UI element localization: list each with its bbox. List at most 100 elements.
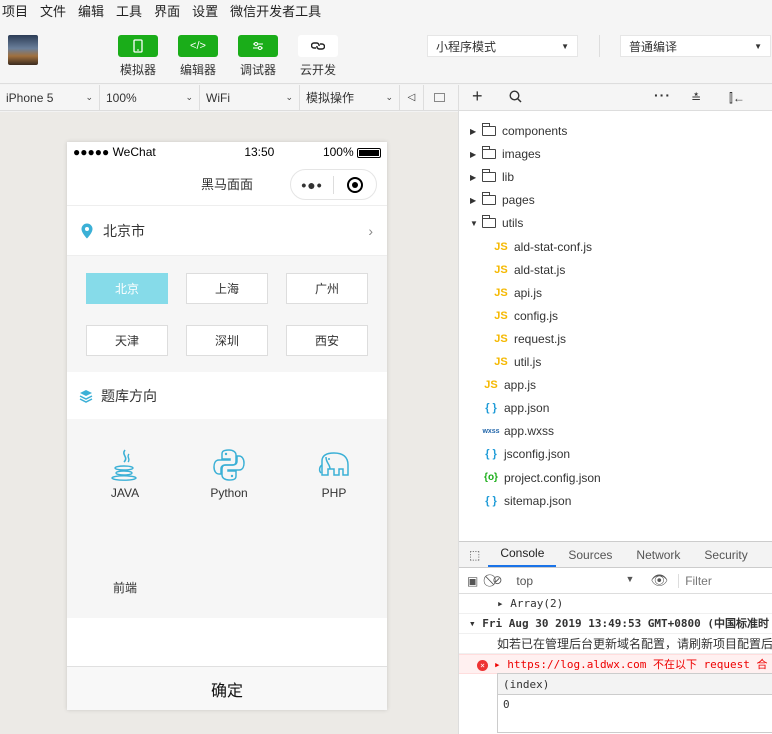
cloud-link-icon <box>298 35 338 57</box>
folder-item[interactable]: ▶ lib <box>470 166 514 188</box>
collapse-icon[interactable]: ≛ <box>691 91 701 105</box>
device-select[interactable]: iPhone 5 ⌄ <box>0 84 100 111</box>
editor-button[interactable]: </> 编辑器 <box>168 35 228 78</box>
target-icon <box>347 176 363 193</box>
device-select-value: iPhone 5 <box>6 90 54 105</box>
js-file-icon: JS <box>484 379 498 392</box>
more-menu-button[interactable]: •●• <box>291 177 333 193</box>
folder-item[interactable]: ▶ components <box>470 120 567 142</box>
city-option[interactable]: 深圳 <box>186 324 268 356</box>
file-tree: ▶ components ▶ images ▶ lib ▶ pages ▼ utils JS ald-… <box>459 111 772 543</box>
file-item[interactable]: JS ald-stat-conf.js <box>492 236 592 258</box>
folder-icon <box>482 123 496 136</box>
debugger-button[interactable]: 调试器 <box>228 35 288 78</box>
console-line[interactable]: ▾ Fri Aug 30 2019 13:49:53 GMT+0800 (中国标… <box>459 614 772 634</box>
menu-item[interactable]: 微信开发者工具 <box>228 1 321 20</box>
layout-icon[interactable]: ⫿← <box>729 91 745 106</box>
search-icon[interactable] <box>509 90 522 106</box>
subject-php[interactable]: PHP <box>294 447 374 500</box>
city-option[interactable]: 天津 <box>86 324 168 356</box>
network-select[interactable]: WiFi ⌄ <box>200 84 300 111</box>
menu-item[interactable]: 界面 <box>152 1 180 20</box>
file-item[interactable]: { } sitemap.json <box>482 490 571 512</box>
devtools-tab[interactable]: Network <box>624 548 692 567</box>
location-row[interactable]: 北京市 › <box>67 206 387 256</box>
ops-select[interactable]: 模拟操作 ⌄ <box>300 84 400 111</box>
file-item[interactable]: JS app.js <box>482 374 536 396</box>
menu-item[interactable]: 项目 <box>0 1 28 20</box>
mode-select-value: 小程序模式 <box>436 39 497 54</box>
add-icon[interactable]: + <box>472 86 483 107</box>
mode-select[interactable]: 小程序模式 ▼ <box>427 35 578 57</box>
file-name: images <box>502 147 541 162</box>
simulator-button[interactable]: 模拟器 <box>108 35 168 78</box>
menu-item[interactable]: 编辑 <box>76 1 104 20</box>
zoom-select[interactable]: 100% ⌄ <box>100 84 200 111</box>
js-file-icon: JS <box>494 356 508 368</box>
file-item[interactable]: JS ald-stat.js <box>492 259 565 281</box>
collapsed-arrow-icon[interactable]: ▶ <box>470 150 480 159</box>
file-item[interactable]: JS util.js <box>492 351 541 373</box>
console-filter-input[interactable] <box>678 573 739 588</box>
zoom-select-value: 100% <box>106 90 137 105</box>
console-error-line[interactable]: × ▸ https://log.aldwx.com 不在以下 request 合 <box>459 654 772 674</box>
clear-console-icon[interactable]: ⃠⊘ <box>492 573 502 588</box>
close-miniprogram-button[interactable] <box>334 176 376 193</box>
folder-item[interactable]: ▶ images <box>470 143 541 165</box>
folder-item[interactable]: ▼ utils <box>470 212 523 234</box>
compile-select[interactable]: 普通编译 ▼ <box>620 35 771 57</box>
section-title: 题库方向 <box>101 387 157 404</box>
menu-item[interactable]: 工具 <box>114 1 142 20</box>
collapsed-arrow-icon[interactable]: ▶ <box>470 196 480 205</box>
user-avatar[interactable] <box>8 35 38 65</box>
file-item[interactable]: JS request.js <box>492 328 566 350</box>
collapsed-arrow-icon[interactable]: ▶ <box>470 127 480 136</box>
devtools-tab[interactable]: Security <box>692 548 759 567</box>
devtools-tab[interactable]: Console <box>488 546 557 567</box>
sidebar-toggle-icon[interactable]: ▣ <box>467 574 478 588</box>
city-option[interactable]: 广州 <box>286 273 368 304</box>
caret-down-icon: ▼ <box>754 41 762 51</box>
inspect-icon[interactable]: ⬚ <box>459 548 488 567</box>
folder-item[interactable]: ▶ pages <box>470 189 535 211</box>
menu-item[interactable]: 设置 <box>190 1 218 20</box>
city-option[interactable]: 北京 <box>86 273 168 304</box>
phone-icon <box>118 35 158 57</box>
subject-python[interactable]: Python <box>189 447 269 500</box>
chevron-right-icon: › <box>368 222 373 239</box>
subject-frontend[interactable]: 前端 <box>85 579 165 596</box>
devtools-tab[interactable]: Sources <box>556 548 624 567</box>
devtools-tabs: ⬚ Console Sources Network Security <box>459 542 772 568</box>
more-icon[interactable]: ··· <box>654 87 671 103</box>
file-item[interactable]: wxss app.wxss <box>482 420 554 442</box>
window-button[interactable] <box>424 85 454 111</box>
city-option[interactable]: 上海 <box>186 273 268 304</box>
context-select[interactable]: top ▼ <box>516 574 634 588</box>
file-item[interactable]: JS config.js <box>492 305 558 327</box>
file-item[interactable]: { } jsconfig.json <box>482 443 570 465</box>
expanded-arrow-icon[interactable]: ▼ <box>470 219 480 228</box>
battery-icon <box>356 147 381 158</box>
file-item[interactable]: { } app.json <box>482 397 549 419</box>
eye-icon[interactable]: 👁 <box>650 572 668 589</box>
toolbar: 模拟器 </> 编辑器 调试器 云开发 小程序模式 ▼ 普通编译 ▼ <box>0 20 772 84</box>
battery-percent: 100% <box>322 145 354 159</box>
confirm-button[interactable]: 确定 <box>67 666 387 710</box>
chevron-down-icon: ⌄ <box>285 92 293 102</box>
subject-label: PHP <box>321 486 347 500</box>
volume-button[interactable]: ◁ <box>400 84 424 111</box>
subject-grid: JAVA Python PHP 前端 <box>67 419 387 618</box>
location-pin-icon <box>81 223 93 238</box>
file-item[interactable]: {o} project.config.json <box>482 467 601 489</box>
file-item[interactable]: JS api.js <box>492 282 542 304</box>
console-line[interactable]: ▸ Array(2) <box>459 594 772 614</box>
collapsed-arrow-icon[interactable]: ▶ <box>470 173 480 182</box>
file-name: components <box>502 124 568 138</box>
cloud-button[interactable]: 云开发 <box>288 35 348 78</box>
phone-screen: ●●●●● WeChat 13:50 100% 黑马面面 •●• 北京市 › 北… <box>67 142 387 710</box>
ops-select-value: 模拟操作 <box>306 91 355 105</box>
subject-java[interactable]: JAVA <box>85 447 165 500</box>
wxss-file-icon: wxss <box>482 427 500 435</box>
menu-item[interactable]: 文件 <box>38 1 66 20</box>
city-option[interactable]: 西安 <box>286 324 368 356</box>
